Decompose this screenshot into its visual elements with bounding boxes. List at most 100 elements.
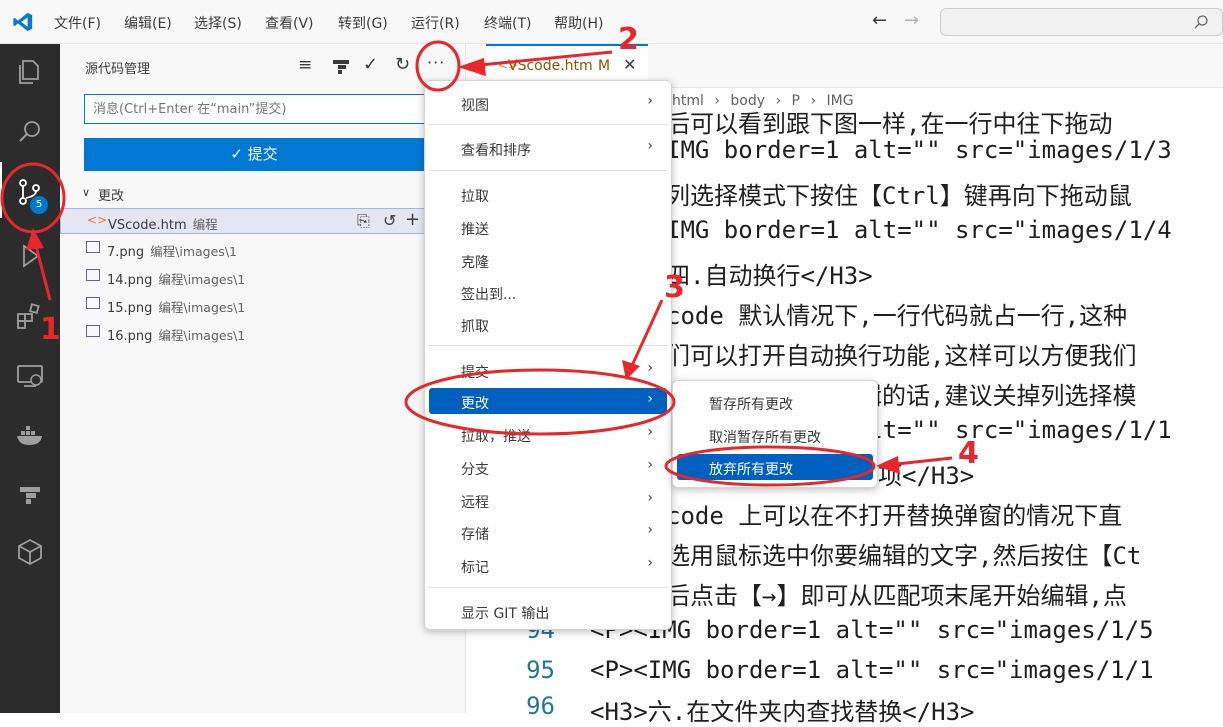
explorer-icon[interactable] [14,56,46,88]
menu-terminal[interactable]: 终端(T) [484,13,531,33]
menu-item-checkout[interactable]: 签出到... [429,279,667,305]
image-file-icon [86,269,100,281]
code-line[interactable]: <H3>六.在文件夹内查找替换</H3> [590,692,975,727]
menu-separator [429,124,667,125]
menu-item-stage-all[interactable]: 暂存所有更改 [677,389,873,415]
command-center-search[interactable] [940,8,1223,36]
stage-changes-icon[interactable]: + [405,209,420,230]
scm-badge: 5 [30,196,48,214]
git-graph-icon[interactable] [14,478,46,510]
forward-arrow-icon[interactable]: → [904,10,919,31]
discard-changes-icon[interactable]: ↺ [383,211,396,230]
menu-item-clone[interactable]: 克隆 [429,247,667,273]
code-line[interactable]: 四.自动换行</H3> [666,256,873,291]
code-line[interactable]: 后点击【→】即可从匹配项末尾开始编辑,点 [666,576,1127,611]
file-name: 7.png [107,245,145,260]
menu-item-push[interactable]: 推送 [429,214,667,240]
active-indicator [0,162,2,218]
docker-icon[interactable] [14,420,46,452]
remote-explorer-icon[interactable] [14,360,46,392]
chevron-right-icon: › [647,555,653,571]
menu-item-view-and-sort[interactable]: 查看和排序 › [429,135,667,161]
code-line[interactable]: 们可以打开自动换行功能,这样可以方便我们 [666,336,1136,371]
menu-item-unstage-all[interactable]: 取消暂存所有更改 [677,422,873,448]
menu-item-remote[interactable]: 远程 › [429,487,667,513]
file-name: 16.png [107,329,153,344]
html-file-icon: <> [87,213,108,227]
line-number: 95 [526,656,555,684]
menu-item-show-git-output[interactable]: 显示 GIT 输出 [429,598,667,624]
menu-item-commit[interactable]: 提交 › [429,357,667,383]
code-line[interactable]: code 上可以在不打开替换弹窗的情况下直 [666,496,1122,531]
chevron-right-icon: › [647,391,653,407]
menu-file[interactable]: 文件(F) [54,13,101,33]
menu-item-pull-push[interactable]: 拉取，推送 › [429,421,667,447]
code-line[interactable]: <P><IMG border=1 alt="" src="images/1/5 [590,616,1154,644]
menu-item-view[interactable]: 视图 › [429,90,667,116]
search-icon[interactable] [14,116,46,148]
menu-help[interactable]: 帮助(H) [554,13,603,33]
menu-edit[interactable]: 编辑(E) [124,13,172,33]
back-arrow-icon[interactable]: ← [872,10,887,31]
chevron-down-icon[interactable]: ∨ [82,186,90,199]
file-path: 编程 [192,217,218,232]
more-actions-icon[interactable]: ··· [427,53,445,72]
list-item[interactable]: <> VScode.htm 编程 ⎘ ↺ + [60,208,466,234]
menu-go[interactable]: 转到(G) [338,13,388,33]
menu-item-fetch[interactable]: 抓取 [429,311,667,337]
code-line[interactable]: 列选择模式下按住【Ctrl】键再向下拖动鼠 [666,176,1132,211]
image-file-icon [86,241,100,253]
code-line[interactable]: code 默认情况下,一行代码就占一行,这种 [666,296,1127,331]
refresh-icon[interactable]: ↻ [395,54,410,75]
chevron-right-icon: › [647,490,653,506]
menu-selection[interactable]: 选择(S) [194,13,242,33]
code-line[interactable]: <P><IMG border=1 alt="" src="images/1/1 [590,656,1154,684]
view-as-list-icon[interactable]: ≡ [298,55,312,75]
chevron-right-icon: › [647,522,653,538]
modified-indicator: M [598,58,611,74]
annotation-step-1: 1 [40,312,61,347]
code-line[interactable]: 选用鼠标选中你要编辑的文字,然后按住【Ct [666,536,1141,571]
git-graph-icon[interactable] [331,58,351,74]
chevron-right-icon: › [647,457,653,473]
annotation-step-3: 3 [664,270,685,305]
file-name: 14.png [107,273,153,288]
list-item[interactable]: 14.png 编程\images\1 [60,264,466,290]
menu-item-pull[interactable]: 拉取 [429,181,667,207]
menu-item-discard-all[interactable]: 放弃所有更改 [677,454,873,480]
list-item[interactable]: 16.png 编程\images\1 [60,320,466,346]
annotation-step-2: 2 [618,22,639,57]
file-name: 15.png [107,301,153,316]
line-number: 96 [526,692,555,720]
run-debug-icon[interactable] [14,240,46,272]
menu-separator [429,345,667,346]
menu-item-branch[interactable]: 分支 › [429,454,667,480]
image-file-icon [86,325,100,337]
list-item[interactable]: 7.png 编程\images\1 [60,236,466,262]
panel-title: 源代码管理 [85,62,151,77]
changes-header[interactable]: 更改 [98,185,124,204]
list-item[interactable]: 15.png 编程\images\1 [60,292,466,318]
cube-icon[interactable] [14,536,46,568]
open-file-icon[interactable]: ⎘ [357,211,370,231]
file-path: 编程\images\1 [158,328,246,343]
file-path: 编程\images\1 [150,244,237,259]
chevron-right-icon: › [647,424,653,440]
commit-check-icon[interactable]: ✓ [363,54,378,75]
close-icon[interactable]: ✕ [623,55,636,74]
code-line[interactable]: 后可以看到跟下图一样,在一行中往下拖动 [666,104,1112,139]
menu-view[interactable]: 查看(V) [265,13,314,33]
commit-button[interactable]: ✓ 提交 [84,138,424,171]
file-path: 编程\images\1 [158,272,246,287]
menu-item-changes[interactable]: 更改 › [429,388,667,414]
menu-item-stash[interactable]: 存储 › [429,519,667,545]
commit-message-input[interactable] [84,94,444,124]
menu-run[interactable]: 运行(R) [411,13,460,33]
menu-separator [429,170,667,171]
code-line[interactable]: IMG border=1 alt="" src="images/1/3 [666,136,1172,164]
activity-bar: 5 [0,44,60,713]
menu-item-tags[interactable]: 标记 › [429,552,667,578]
code-line[interactable]: IMG border=1 alt="" src="images/1/4 [666,216,1172,244]
vscode-logo-icon [13,12,33,32]
tab-label: VScode.htm [508,58,593,74]
